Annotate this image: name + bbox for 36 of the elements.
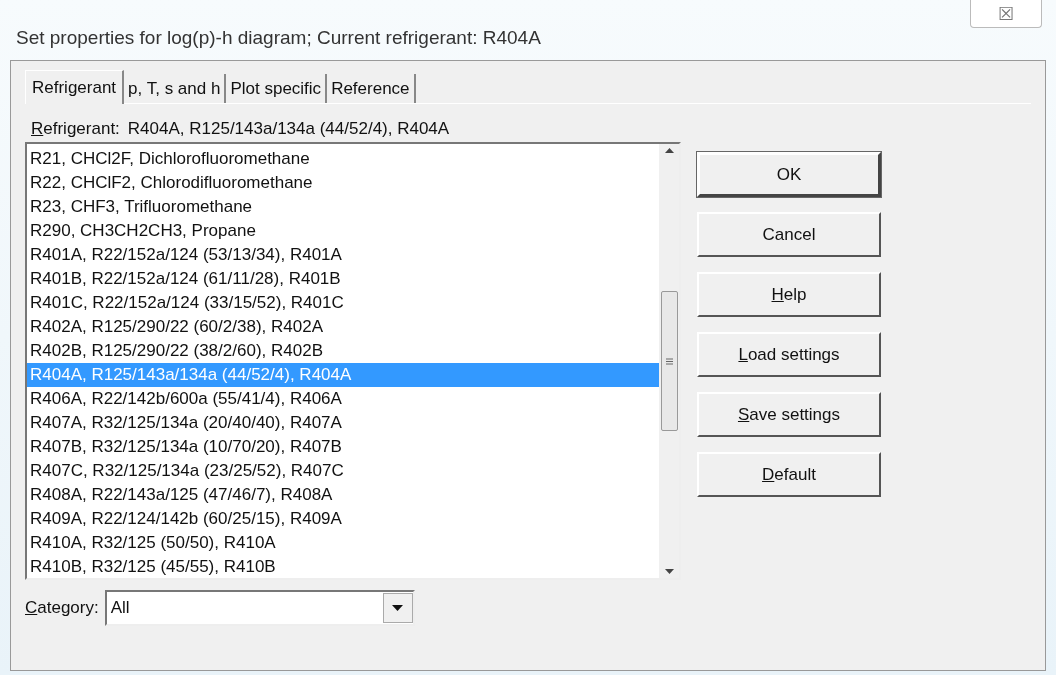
list-item[interactable]: R290, CH3CH2CH3, Propane — [27, 219, 659, 243]
list-item[interactable]: R406A, R22/142b/600a (55/41/4), R406A — [27, 387, 659, 411]
list-item[interactable]: R23, CHF3, Trifluoromethane — [27, 195, 659, 219]
dialog-button[interactable]: Cancel — [697, 212, 881, 257]
grip-icon — [665, 357, 673, 365]
list-item[interactable]: R410A, R32/125 (50/50), R410A — [27, 531, 659, 555]
list-item[interactable]: R21, CHCl2F, Dichlorofluoromethane — [27, 147, 659, 171]
list-item[interactable]: R401B, R22/152a/124 (61/11/28), R401B — [27, 267, 659, 291]
dialog-button[interactable]: OK — [697, 152, 881, 197]
dialog-button[interactable]: Help — [697, 272, 881, 317]
scroll-thumb[interactable] — [660, 291, 678, 431]
list-item[interactable]: R407A, R32/125/134a (20/40/40), R407A — [27, 411, 659, 435]
list-item[interactable]: R402A, R125/290/22 (60/2/38), R402A — [27, 315, 659, 339]
list-item[interactable]: R410B, R32/125 (45/55), R410B — [27, 555, 659, 579]
tab[interactable]: Refrigerant — [25, 70, 125, 104]
list-item[interactable]: R407C, R32/125/134a (23/25/52), R407C — [27, 459, 659, 483]
list-item[interactable]: R407B, R32/125/134a (10/70/20), R407B — [27, 435, 659, 459]
list-item[interactable]: R401A, R22/152a/124 (53/13/34), R401A — [27, 243, 659, 267]
dialog-button[interactable]: Save settings — [697, 392, 881, 437]
category-label: Category: — [25, 597, 99, 620]
dialog-button[interactable]: Default — [697, 452, 881, 497]
close-button[interactable]: ☒ — [970, 0, 1042, 28]
list-item[interactable]: R409A, R22/124/142b (60/25/15), R409A — [27, 507, 659, 531]
category-value: All — [109, 597, 131, 620]
refrigerant-list[interactable] — [25, 142, 681, 580]
scroll-down-icon[interactable] — [664, 569, 674, 574]
refrigerant-value: R404A, R125/143a/134a (44/52/4), R404A — [127, 118, 450, 141]
list-item[interactable]: R22, CHClF2, Chlorodifluoromethane — [27, 171, 659, 195]
window-title: Set properties for log(p)-h diagram; Current refrigerant: R404A — [16, 26, 541, 50]
scroll-up-icon[interactable] — [664, 148, 674, 153]
category-dropdown[interactable]: All — [104, 590, 415, 626]
list-item[interactable]: R408A, R22/143a/125 (47/46/7), R408A — [27, 483, 659, 507]
list-item[interactable]: R401C, R22/152a/124 (33/15/52), R401C — [27, 291, 659, 315]
dialog-button[interactable]: Load settings — [697, 332, 881, 377]
list-item[interactable]: R402B, R125/290/22 (38/2/60), R402B — [27, 339, 659, 363]
refrigerant-label: Refrigerant: — [31, 118, 120, 141]
